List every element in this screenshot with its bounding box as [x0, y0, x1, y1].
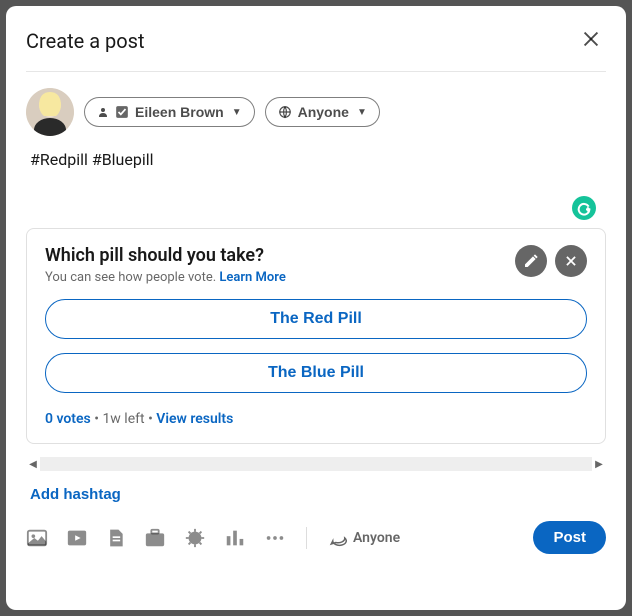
learn-more-link[interactable]: Learn More: [219, 270, 285, 285]
close-icon: [580, 28, 602, 50]
create-post-modal: Create a post Eileen Brown ▼ Anyone ▼ #R…: [6, 6, 626, 610]
poll-icon[interactable]: [224, 527, 246, 549]
toolbar: Anyone Post: [26, 513, 606, 554]
poll-header: Which pill should you take? You can see …: [45, 245, 587, 285]
scroll-right-arrow[interactable]: ▶: [592, 459, 606, 470]
person-icon: [97, 106, 109, 118]
visibility-label: Anyone: [298, 104, 349, 120]
poll-subtext: You can see how people vote. Learn More: [45, 270, 286, 285]
comment-visibility-button[interactable]: Anyone: [329, 529, 400, 547]
close-icon: [564, 254, 578, 268]
poll-option-1[interactable]: The Red Pill: [45, 299, 587, 339]
view-results-link[interactable]: View results: [156, 411, 233, 427]
checkbox-checked-icon: [115, 105, 129, 119]
caret-down-icon: ▼: [357, 107, 367, 118]
poll-actions: [515, 245, 587, 277]
horizontal-scrollbar[interactable]: ◀ ▶: [26, 456, 606, 472]
scroll-track[interactable]: [40, 457, 592, 471]
toolbar-divider: [306, 527, 307, 549]
comment-visibility-label: Anyone: [353, 530, 400, 546]
document-icon[interactable]: [106, 528, 126, 548]
poll-votes[interactable]: 0 votes: [45, 411, 91, 427]
comment-icon: [329, 529, 347, 547]
poll-question: Which pill should you take?: [45, 245, 286, 266]
avatar[interactable]: [26, 88, 74, 136]
author-selector[interactable]: Eileen Brown ▼: [84, 97, 255, 127]
post-button[interactable]: Post: [533, 521, 606, 554]
poll-option-2[interactable]: The Blue Pill: [45, 353, 587, 393]
caret-down-icon: ▼: [232, 107, 242, 118]
video-icon[interactable]: [66, 527, 88, 549]
author-name: Eileen Brown: [135, 104, 224, 120]
edit-poll-button[interactable]: [515, 245, 547, 277]
close-button[interactable]: [576, 24, 606, 57]
modal-header: Create a post: [26, 24, 606, 72]
more-icon[interactable]: [264, 527, 286, 549]
briefcase-icon[interactable]: [144, 527, 166, 549]
globe-icon: [278, 105, 292, 119]
grammarly-icon[interactable]: [572, 196, 596, 220]
add-hashtag-button[interactable]: Add hashtag: [26, 472, 606, 513]
poll-footer: 0 votes • 1w left • View results: [45, 411, 587, 427]
photo-icon[interactable]: [26, 527, 48, 549]
poll-card: Which pill should you take? You can see …: [26, 228, 606, 444]
pencil-icon: [523, 253, 539, 269]
visibility-selector[interactable]: Anyone ▼: [265, 97, 380, 127]
celebrate-icon[interactable]: [184, 527, 206, 549]
author-row: Eileen Brown ▼ Anyone ▼: [26, 72, 606, 150]
modal-title: Create a post: [26, 29, 145, 53]
post-textarea[interactable]: #Redpill #Bluepill: [26, 150, 606, 200]
remove-poll-button[interactable]: [555, 245, 587, 277]
scroll-left-arrow[interactable]: ◀: [26, 459, 40, 470]
poll-time-left: 1w left: [102, 411, 144, 427]
